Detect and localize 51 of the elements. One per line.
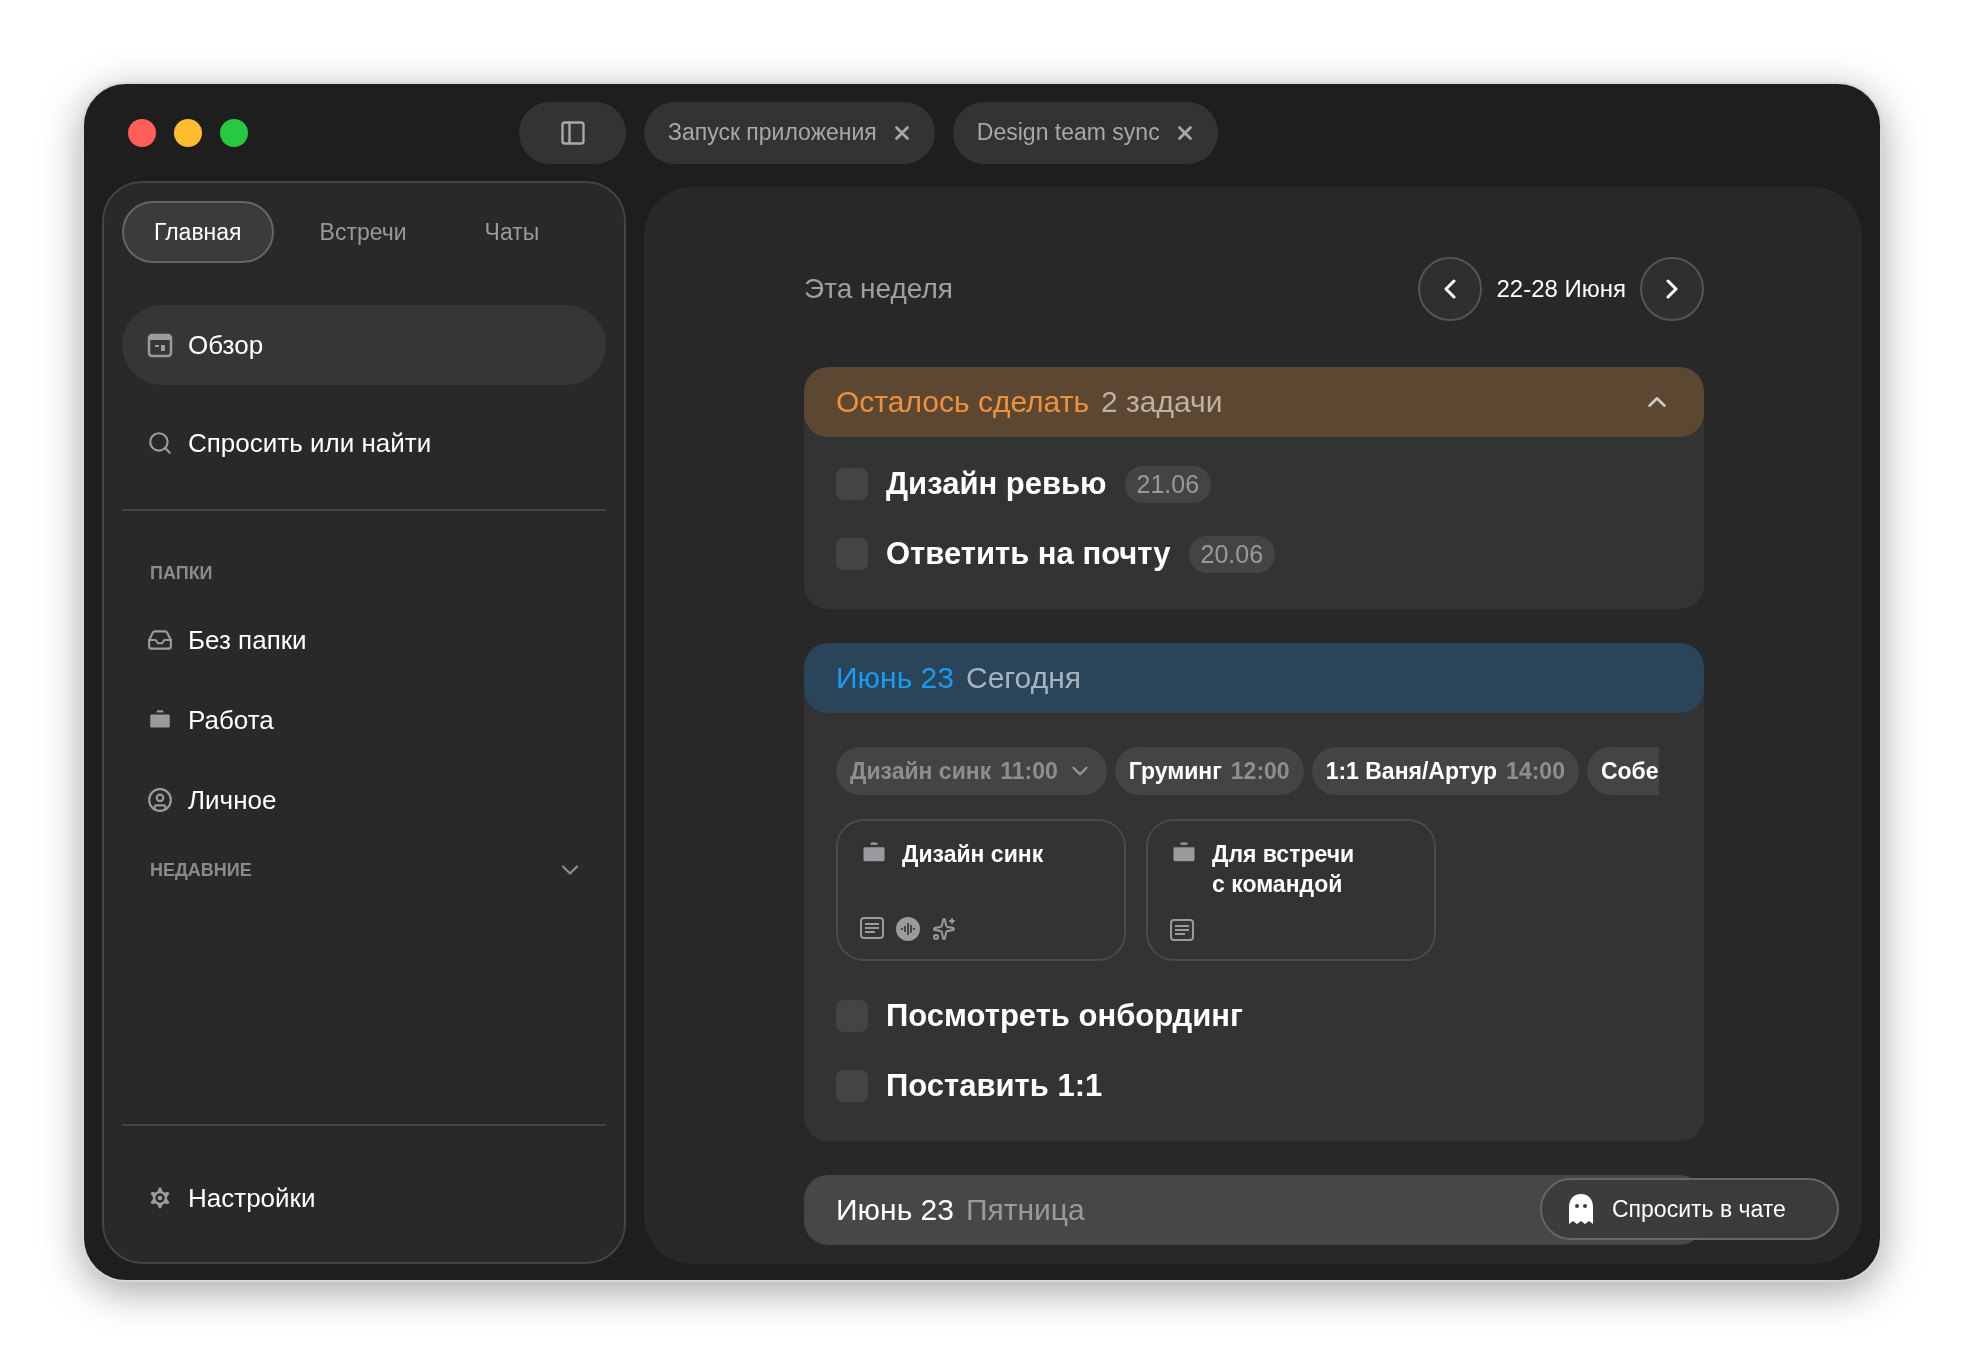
waveform-icon — [896, 917, 920, 941]
segment-tab[interactable]: Встречи — [287, 201, 439, 263]
document-icon — [1170, 919, 1194, 941]
minimize-button[interactable] — [174, 118, 202, 147]
note-title: Для встречи с командой — [1212, 840, 1356, 899]
sparkle-icon — [932, 917, 956, 941]
nav-item[interactable]: Обзор — [122, 305, 606, 385]
zoom-button[interactable] — [220, 118, 248, 147]
segment-tab[interactable]: Главная — [122, 201, 274, 263]
nav-item[interactable]: Спросить или найти — [122, 403, 606, 483]
folder-item[interactable]: Работа — [122, 680, 606, 760]
event-chip[interactable]: Собе — [1586, 747, 1659, 795]
inbox-icon — [147, 627, 173, 653]
chevron-right-icon — [1666, 279, 1678, 299]
date-range: 22-28 Июня — [1496, 275, 1626, 303]
sidebar-icon — [558, 118, 587, 147]
card-title: Осталось сделать — [836, 385, 1089, 419]
settings-item[interactable]: Настройки — [122, 1158, 606, 1238]
day-date: Июнь 23 — [836, 1193, 954, 1227]
document-icon — [860, 917, 884, 939]
folder-item[interactable]: Личное — [122, 760, 606, 840]
task-count: 2 задачи — [1101, 385, 1223, 419]
document-tab[interactable]: Запуск приложения — [644, 101, 935, 164]
task-title: Ответить на почту — [886, 536, 1171, 572]
due-date: 21.06 — [1124, 465, 1212, 503]
task-title: Посмотреть онбординг — [886, 998, 1243, 1034]
event-chip[interactable]: Груминг 12:00 — [1114, 747, 1304, 795]
task-title: Дизайн ревью — [886, 466, 1107, 502]
person-icon — [147, 787, 173, 813]
card-header[interactable]: Осталось сделать 2 задачи — [804, 367, 1704, 437]
ask-chat-button[interactable]: Спросить в чате — [1540, 1178, 1839, 1240]
due-date: 20.06 — [1188, 535, 1276, 573]
document-tab[interactable]: Design team sync — [952, 101, 1218, 164]
chevron-left-icon — [1444, 279, 1457, 299]
calendar-icon — [147, 332, 173, 358]
folder-item[interactable]: Без папки — [122, 600, 606, 680]
day-label: Сегодня — [965, 661, 1081, 695]
segment-tab[interactable]: Чаты — [452, 201, 572, 263]
close-button[interactable] — [128, 118, 156, 147]
note-title: Дизайн синк — [902, 840, 1045, 869]
ghost-icon — [1566, 1193, 1596, 1225]
search-icon — [147, 430, 173, 456]
section-title: НЕДАВНИЕ — [150, 859, 252, 881]
section-title: ПАПКИ — [150, 563, 213, 584]
day-label: Пятница — [965, 1193, 1085, 1227]
meeting-note-card[interactable]: Дизайн синк — [836, 819, 1126, 961]
task-title: Поставить 1:1 — [886, 1068, 1103, 1104]
meeting-note-card[interactable]: Для встречи с командой — [1146, 819, 1436, 961]
section-heading: Эта неделя — [804, 273, 953, 305]
day-date: Июнь 23 — [836, 661, 954, 695]
event-chip[interactable]: 1:1 Ваня/Артур 14:00 — [1311, 747, 1579, 795]
